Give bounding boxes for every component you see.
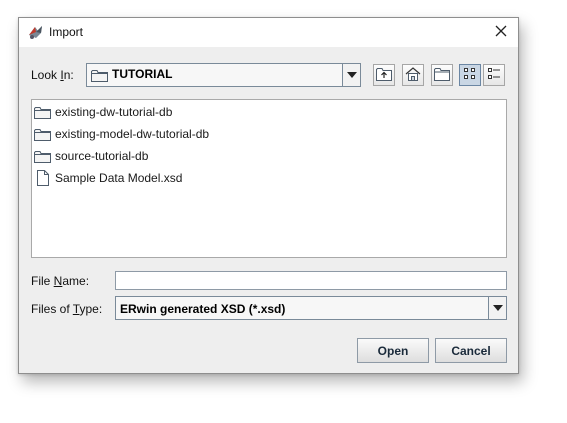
files-of-type-combo[interactable]: ERwin generated XSD (*.xsd) [115, 296, 507, 320]
files-of-type-value: ERwin generated XSD (*.xsd) [120, 302, 286, 316]
file-name: existing-model-dw-tutorial-db [55, 127, 210, 141]
chevron-down-icon[interactable] [342, 64, 360, 86]
folder-icon [34, 106, 51, 119]
list-item[interactable]: existing-dw-tutorial-db [34, 103, 172, 121]
file-name: existing-dw-tutorial-db [55, 105, 173, 119]
folder-icon [34, 150, 51, 163]
new-folder-icon [434, 67, 450, 84]
details-view-button[interactable] [483, 64, 505, 86]
file-list[interactable]: existing-dw-tutorial-db existing-model-d… [31, 99, 507, 258]
close-icon [495, 25, 507, 40]
list-view-icon [463, 67, 477, 84]
file-name-field[interactable] [115, 271, 507, 290]
details-view-icon [487, 67, 501, 84]
file-icon [37, 170, 49, 186]
up-one-level-button[interactable] [373, 64, 395, 86]
new-folder-button[interactable] [431, 64, 453, 86]
file-name: source-tutorial-db [55, 149, 149, 163]
look-in-value: TUTORIAL [112, 67, 173, 81]
files-of-type-label: Files of Type: [31, 302, 103, 316]
folder-icon [34, 128, 51, 141]
title-bar: Import [19, 18, 518, 47]
chevron-down-icon[interactable] [488, 297, 506, 319]
list-item[interactable]: existing-model-dw-tutorial-db [34, 125, 209, 143]
look-in-combo[interactable]: TUTORIAL [86, 63, 361, 87]
look-in-label: Look In: [31, 68, 74, 82]
file-name-label: File Name: [31, 274, 90, 288]
home-button[interactable] [402, 64, 424, 86]
file-name: Sample Data Model.xsd [55, 171, 183, 185]
cancel-button[interactable]: Cancel [435, 338, 507, 363]
open-button[interactable]: Open [357, 338, 429, 363]
app-logo-icon [27, 24, 44, 41]
folder-up-icon [376, 67, 392, 84]
window-title: Import [49, 25, 84, 39]
close-button[interactable] [488, 21, 514, 43]
list-item[interactable]: source-tutorial-db [34, 147, 148, 165]
import-dialog: Import Look In: TUTORIAL existing-dw-tut… [18, 17, 519, 374]
folder-icon [91, 69, 108, 85]
list-view-button[interactable] [459, 64, 481, 86]
list-item[interactable]: Sample Data Model.xsd [34, 169, 182, 187]
home-icon [405, 66, 421, 84]
